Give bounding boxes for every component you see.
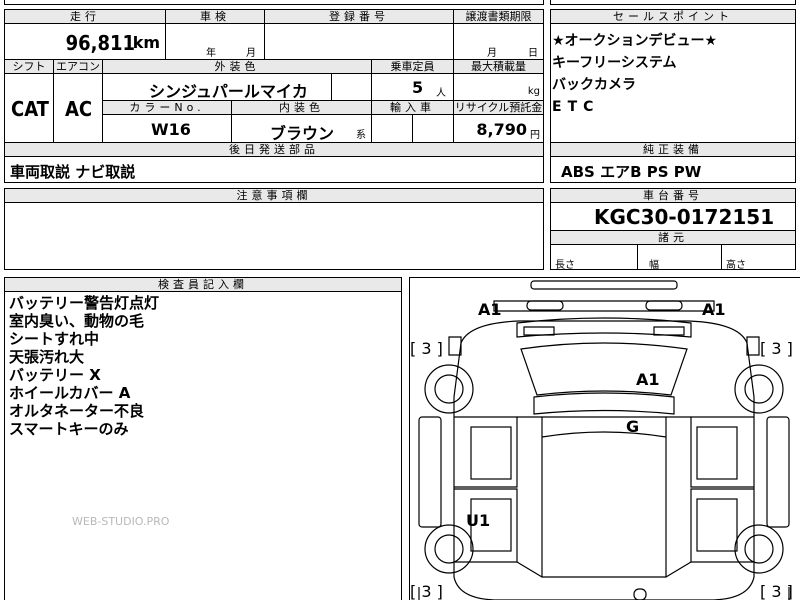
recycle-header: リサイクル預託金 [453, 100, 544, 115]
mark-bonnet: A1 [636, 370, 660, 389]
inspector-note: オルタネーター不良 [9, 402, 145, 420]
inspector-note: 天張汚れ大 [9, 348, 85, 366]
max-load-cell: kg [453, 73, 544, 101]
capacity-cell: 5 人 [371, 73, 454, 101]
caution-header: 注意事項欄 [4, 188, 544, 203]
sales-point-item: キーフリーシステム [552, 55, 677, 71]
exterior-color-suffix-cell [331, 73, 372, 101]
recycle-unit: 円 [530, 130, 540, 141]
inspection-year-label: 年 [206, 48, 216, 59]
color-no-cell: W16 [102, 114, 232, 143]
inspector-notes: バッテリー警告灯点灯 室内臭い、動物の毛 シートすれ中 天張汚れ大 バッテリー … [9, 294, 159, 438]
top-right-partial-strip [550, 0, 796, 5]
genuine-equipment-value: ABS エアB PS PW [561, 163, 702, 181]
later-parts-cell: 車両取説 ナビ取説 [4, 156, 544, 183]
import-cell-a [371, 114, 413, 143]
color-no-header: カラーNo. [102, 100, 232, 115]
inspector-note: 室内臭い、動物の毛 [9, 312, 145, 330]
dimensions-width-cell: 幅 [637, 244, 722, 271]
top-partial-strip [4, 0, 544, 5]
inspector-note: スマートキーのみ [9, 420, 129, 438]
dimensions-header: 諸元 [550, 230, 796, 245]
import-header: 輸入車 [371, 100, 454, 115]
max-load-header: 最大積載量 [453, 59, 544, 74]
sales-points-header: セールスポイント [550, 9, 796, 24]
exterior-color-cell: シンジュパールマイカ [102, 73, 332, 101]
dimensions-height-cell: 高さ [721, 244, 796, 271]
sales-point-item: ETC [552, 99, 600, 115]
registration-cell [264, 23, 454, 60]
inspection-cell: 年 月 [165, 23, 265, 60]
registration-header: 登録番号 [264, 9, 454, 24]
mark-front-right: A1 [702, 300, 726, 319]
transfer-deadline-header: 譲渡書類期限 [453, 9, 544, 24]
shift-header: シフト [4, 59, 54, 74]
mileage-unit: km [132, 33, 160, 52]
later-parts-value: 車両取説 ナビ取説 [10, 163, 136, 181]
exterior-color-header: 外装色 [102, 59, 372, 74]
mark-front-left: A1 [478, 300, 502, 319]
inspector-note: バッテリー X [9, 366, 101, 384]
inspection-header: 車検 [165, 9, 265, 24]
interior-color-value: ブラウン [270, 124, 335, 143]
chassis-header: 車台番号 [550, 188, 796, 203]
chassis-cell: KGC30-0172151 [550, 202, 796, 231]
recycle-value: 8,790 [476, 120, 527, 139]
capacity-value: 5 [412, 78, 424, 97]
wheel-mark-rr: [ 3 ] [760, 582, 793, 601]
car-diagram [418, 280, 790, 600]
exterior-color-value: シンジュパールマイカ [149, 82, 308, 101]
capacity-unit: 人 [436, 88, 446, 99]
aircon-value: AC [65, 97, 93, 121]
mark-roof: G [626, 417, 640, 436]
mileage-header: 走行 [4, 9, 166, 24]
shift-value: CAT [11, 97, 49, 121]
inspector-note: ホイールカバー A [9, 384, 131, 402]
recycle-cell: 8,790 円 [453, 114, 544, 143]
transfer-cell: 月 日 [453, 23, 544, 60]
import-cell-b [412, 114, 454, 143]
sales-points-list: ★オークションデビュー★ キーフリーシステム バックカメラ ETC [552, 30, 717, 118]
max-load-unit: kg [527, 86, 540, 97]
wheel-mark-rl: [ 3 ] [410, 582, 443, 601]
transfer-month-label: 月 [487, 48, 497, 59]
interior-color-suffix: 系 [356, 130, 366, 141]
watermark: WEB-STUDIO.PRO [72, 515, 170, 528]
mileage-value: 96,811 [65, 31, 135, 55]
genuine-equipment-cell: ABS エアB PS PW [550, 156, 796, 183]
shift-cell: CAT [4, 73, 54, 143]
aircon-header: エアコン [53, 59, 103, 74]
transfer-day-label: 日 [528, 48, 538, 59]
inspection-month-label: 月 [246, 48, 256, 59]
genuine-equipment-header: 純正装備 [550, 142, 796, 157]
mark-left-door: U1 [466, 511, 491, 530]
interior-color-header: 内装色 [231, 100, 372, 115]
aircon-cell: AC [53, 73, 103, 143]
interior-color-cell: ブラウン 系 [231, 114, 372, 143]
later-parts-header: 後日発送部品 [4, 142, 544, 157]
dimensions-length-label: 長さ [555, 260, 575, 271]
chassis-value: KGC30-0172151 [594, 205, 775, 229]
dimensions-width-label: 幅 [649, 260, 659, 271]
dimensions-height-label: 高さ [726, 260, 746, 271]
capacity-header: 乗車定員 [371, 59, 454, 74]
sales-point-item: バックカメラ [552, 77, 636, 93]
sales-point-item: ★オークションデビュー★ [552, 33, 718, 49]
caution-cell [4, 202, 544, 270]
wheel-mark-fl: [ 3 ] [410, 339, 443, 358]
dimensions-length-cell: 長さ [550, 244, 638, 271]
mileage-cell: 96,811 km [4, 23, 166, 60]
color-no-value: W16 [151, 120, 191, 139]
inspector-note: バッテリー警告灯点灯 [9, 294, 160, 312]
inspector-header: 検査員記入欄 [4, 277, 402, 292]
wheel-mark-fr: [ 3 ] [760, 339, 793, 358]
inspector-note: シートすれ中 [9, 330, 100, 348]
